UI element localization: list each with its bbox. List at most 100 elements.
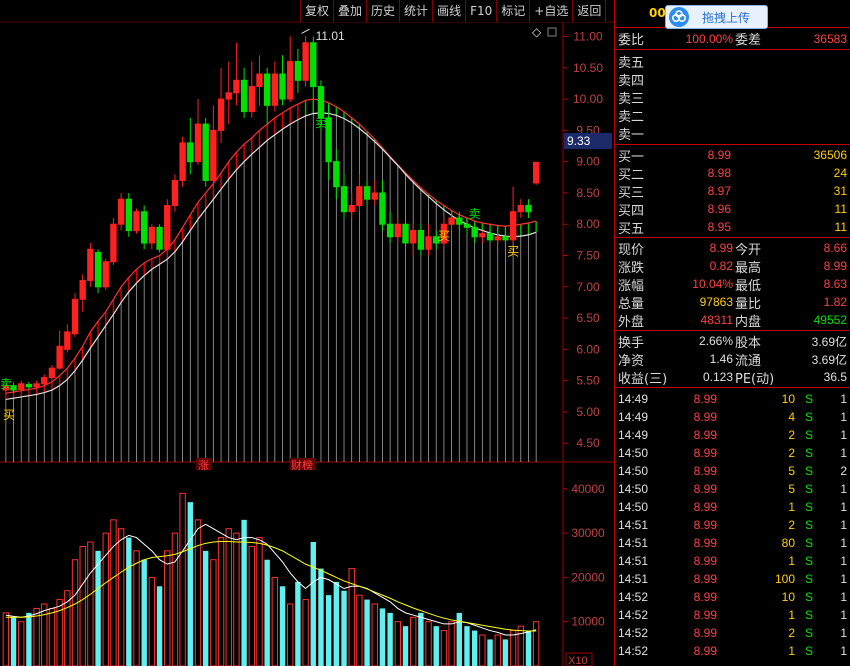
buy-level-row[interactable]: 买三 8.97 31 — [615, 182, 850, 201]
candle — [156, 224, 163, 253]
tick-row: 14:51 8.99 2 S 1 — [615, 516, 850, 534]
sell-level-row: 卖五 — [615, 52, 850, 71]
candle — [71, 293, 79, 337]
buy-levels: 买一 8.99 36506 买二 8.98 24 买三 8.97 31 买四 8.96 11 买五 8.9… — [615, 145, 850, 238]
candle-body — [479, 233, 486, 238]
candle — [371, 180, 378, 206]
tick-price: 8.99 — [693, 626, 717, 640]
candle-body — [525, 204, 532, 213]
toolbar-button-5[interactable]: F10 — [465, 0, 497, 22]
toolbar-button-7[interactable]: +自选 — [529, 0, 573, 22]
buy-level-price: 8.98 — [707, 166, 731, 180]
tick-count: 1 — [840, 500, 847, 514]
candle-body — [240, 79, 248, 113]
toolbar-button-4[interactable]: 画线 — [432, 0, 466, 22]
tick-price: 8.99 — [693, 536, 717, 550]
sell-level-label: 卖五 — [618, 55, 645, 71]
tick-side: S — [804, 590, 813, 604]
chart-area[interactable]: 11.00 10.50 10.00 9.50 9.00 8.50 8.00 7.50 7.00 6… — [0, 0, 613, 666]
price-chart[interactable]: 11.0010.5010.009.509.008.508.007.507.006… — [0, 0, 613, 470]
volume-chart[interactable]: 40000 30000 20000 10000 X10 — [0, 470, 613, 666]
volume-bar — [256, 537, 263, 666]
volume-bar — [418, 612, 424, 666]
tick-volume: 1 — [788, 500, 795, 514]
tick-time: 14:51 — [618, 536, 649, 550]
volume-bar — [517, 625, 524, 666]
candle — [210, 105, 217, 187]
toolbar-button-8[interactable]: 返回 — [572, 0, 607, 22]
finance-marker[interactable]: 财榜 — [291, 458, 313, 470]
toolbar-button-6[interactable]: 标记 — [496, 0, 530, 22]
limit-up-marker[interactable]: 涨 — [198, 459, 209, 470]
quote-stat-label: 今开 — [735, 242, 762, 258]
cloud-upload-icon — [668, 6, 690, 28]
candle-body — [263, 73, 271, 106]
candle — [456, 211, 463, 231]
tick-list[interactable]: 14:49 8.99 10 S 1 14:49 8.99 4 S 1 14:49 8.99 2 S 1 14:… — [615, 388, 850, 660]
panel-toggle-icon[interactable] — [547, 27, 557, 37]
buy-level-row[interactable]: 买二 8.98 24 — [615, 164, 850, 183]
tick-row: 14:50 8.99 5 S 2 — [615, 462, 850, 480]
tick-row: 14:51 8.99 1 S 1 — [615, 552, 850, 570]
volume-bar — [110, 519, 117, 666]
weicha-label: 委差 — [735, 33, 762, 48]
buy-level-row[interactable]: 买五 8.95 11 — [615, 218, 850, 237]
candle-body — [371, 192, 378, 200]
tick-price: 8.99 — [693, 392, 717, 406]
drag-upload-button[interactable]: 拖拽上传 — [665, 5, 768, 29]
volume-bar — [87, 541, 94, 666]
candle-body — [202, 123, 209, 181]
volume-bar — [225, 528, 232, 666]
sell-signal: 卖 — [315, 116, 327, 130]
sell-level-label: 卖三 — [618, 91, 645, 107]
candle-body — [94, 251, 102, 288]
price-tick-label: 5.50 — [576, 374, 600, 388]
buy-level-row[interactable]: 买四 8.96 11 — [615, 200, 850, 219]
toolbar-button-0[interactable]: 复权 — [300, 0, 334, 22]
toolbar-button-2[interactable]: 历史 — [366, 0, 400, 22]
price-tick-label: 11.00 — [573, 30, 602, 44]
sell-signal: 卖 — [469, 207, 481, 221]
volume-bar — [279, 586, 286, 666]
candle — [87, 243, 94, 287]
diamond-icon[interactable]: ◇ — [532, 25, 542, 39]
volume-bar — [364, 599, 370, 666]
candle-body — [110, 223, 117, 263]
volume-bar — [509, 630, 517, 666]
quote-stat-value: 49552 — [813, 313, 847, 327]
candle — [348, 192, 355, 218]
buy-level-row[interactable]: 买一 8.99 36506 — [615, 146, 850, 165]
candle-body — [33, 383, 40, 388]
candle-body — [517, 204, 524, 213]
price-tick-label: 10.50 — [573, 61, 603, 75]
current-price-tag-label: 9.33 — [567, 134, 591, 148]
price-tick-label: 6.50 — [576, 311, 600, 325]
candle — [18, 380, 25, 392]
quote-stat-label: 最高 — [735, 260, 762, 276]
candle-body — [394, 223, 402, 238]
quote-header: 00 拖拽上传 — [615, 0, 850, 29]
candle-body — [310, 42, 317, 88]
volume-bar — [402, 626, 409, 666]
volume-bar — [310, 542, 316, 666]
price-tick-label: 8.50 — [576, 186, 600, 200]
volume-bar — [2, 612, 10, 666]
candle — [33, 380, 40, 389]
candle-body — [471, 226, 478, 238]
tick-count: 2 — [840, 464, 847, 478]
candle — [287, 36, 294, 103]
candle — [248, 61, 255, 118]
sell-level-label: 卖二 — [618, 109, 645, 125]
volume-bar — [79, 545, 86, 666]
tick-price: 8.99 — [693, 428, 717, 442]
sell-level-label: 卖四 — [618, 73, 645, 89]
quote-stat-row: 现价 8.99 今开 8.66 — [615, 239, 850, 258]
toolbar-button-1[interactable]: 叠加 — [333, 0, 367, 22]
volume-bar — [295, 581, 301, 666]
candle-body — [125, 198, 133, 231]
toolbar-button-3[interactable]: 统计 — [399, 0, 433, 22]
fundamental-stat-label: PE(动) — [735, 371, 775, 387]
tick-side: S — [804, 428, 813, 442]
volume-bar — [71, 559, 79, 666]
fundamental-stat-value: 36.5 — [823, 370, 847, 384]
